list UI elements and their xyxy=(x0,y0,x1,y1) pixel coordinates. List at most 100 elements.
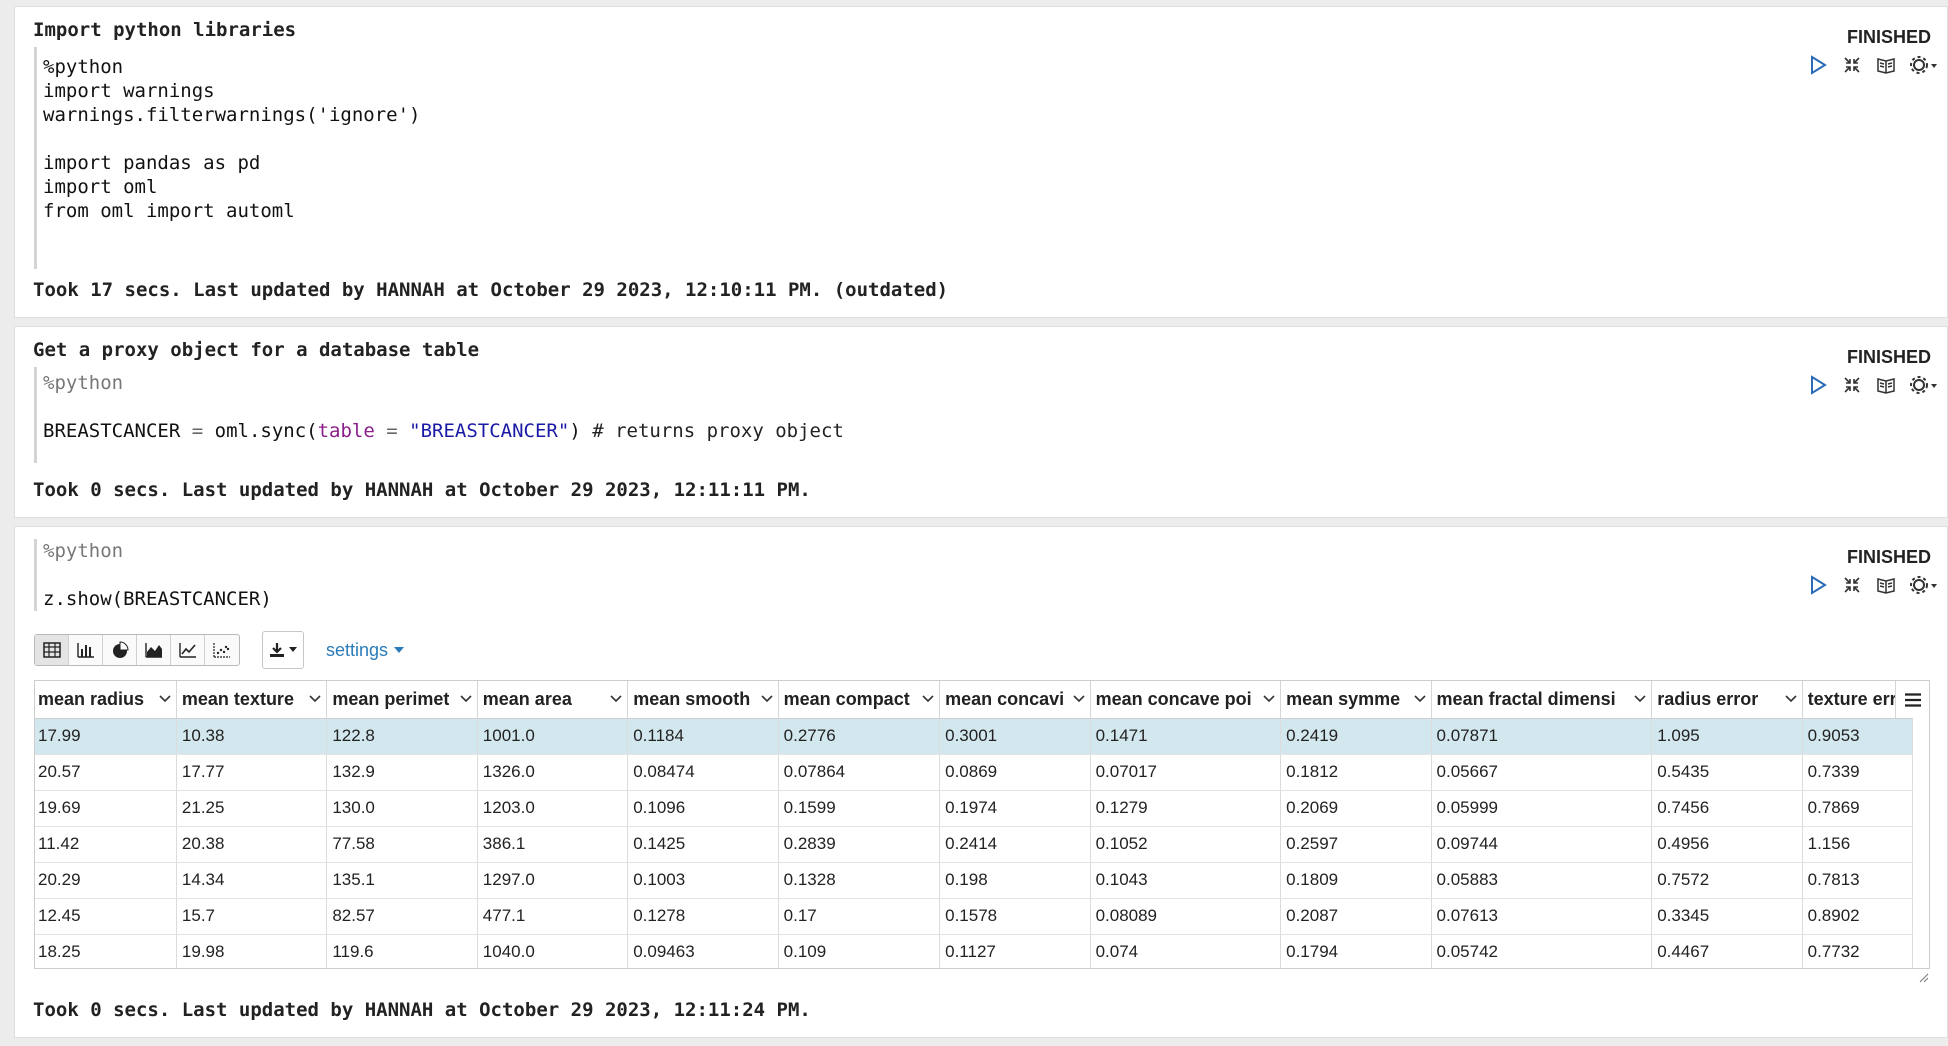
table-cell: 0.09744 xyxy=(1431,826,1653,863)
table-cell: 20.38 xyxy=(176,826,328,863)
book-icon[interactable] xyxy=(1875,574,1897,596)
line-chart-button[interactable] xyxy=(171,635,205,665)
table-row[interactable]: 20.57 17.77 132.9 1326.0 0.08474 0.07864 0.086… xyxy=(35,754,1914,791)
table-cell: 0.4467 xyxy=(1651,934,1803,968)
table-row[interactable]: 20.29 14.34 135.1 1297.0 0.1003 0.1328 0.198 0.… xyxy=(35,862,1914,899)
table-row[interactable]: 18.25 19.98 119.6 1040.0 0.09463 0.109 0.1127 0… xyxy=(35,934,1914,968)
gear-icon[interactable] xyxy=(1909,374,1939,396)
table-cell: 477.1 xyxy=(477,898,629,935)
sort-chevron-icon[interactable] xyxy=(159,695,171,703)
sort-chevron-icon[interactable] xyxy=(309,695,321,703)
column-header-label: radius error xyxy=(1657,688,1759,709)
column-header[interactable]: mean compact xyxy=(778,681,941,719)
gear-icon[interactable] xyxy=(1909,54,1939,76)
table-row[interactable]: 17.99 10.38 122.8 1001.0 0.1184 0.2776 0.3001 0… xyxy=(35,718,1914,755)
table-view-button[interactable] xyxy=(35,635,69,665)
column-header[interactable]: mean smooth xyxy=(627,681,779,719)
code-line: warnings.filterwarnings('ignore') xyxy=(43,104,421,126)
collapse-icon[interactable] xyxy=(1841,574,1863,596)
table-cell: 0.8902 xyxy=(1802,898,1914,935)
grid-menu-button[interactable] xyxy=(1895,681,1929,718)
column-header[interactable]: radius error xyxy=(1651,681,1803,719)
column-header-label: mean concave poi xyxy=(1095,688,1252,709)
column-header[interactable]: mean texture xyxy=(176,681,328,719)
table-cell: 0.1328 xyxy=(778,862,941,899)
paragraph-proxy-object: Get a proxy object for a database table … xyxy=(14,326,1948,518)
bar-chart-button[interactable] xyxy=(69,635,103,665)
table-cell: 0.1043 xyxy=(1090,862,1282,899)
table-cell: 1040.0 xyxy=(477,934,629,968)
status-label: FINISHED xyxy=(1846,547,1931,567)
column-header-label: mean smooth xyxy=(633,688,751,709)
result-table[interactable]: mean radius mean texture mean perimet mean … xyxy=(34,680,1930,969)
table-cell: 0.1425 xyxy=(627,826,779,863)
column-header[interactable]: mean radius xyxy=(35,681,177,719)
sort-chevron-icon[interactable] xyxy=(610,695,622,703)
table-cell: 0.2069 xyxy=(1280,790,1432,827)
table-cell: 0.08089 xyxy=(1090,898,1282,935)
area-chart-button[interactable] xyxy=(137,635,171,665)
sort-chevron-icon[interactable] xyxy=(1634,695,1646,703)
chart-type-group xyxy=(34,634,240,666)
resize-handle-icon[interactable] xyxy=(1919,973,1929,983)
table-row[interactable]: 12.45 15.7 82.57 477.1 0.1278 0.17 0.1578 0.080… xyxy=(35,898,1914,935)
sort-chevron-icon[interactable] xyxy=(460,695,472,703)
column-header[interactable]: mean fractal dimensi xyxy=(1431,681,1653,719)
table-row[interactable]: 11.42 20.38 77.58 386.1 0.1425 0.2839 0.2414 0.… xyxy=(35,826,1914,863)
code-line: import pandas as pd xyxy=(43,152,261,174)
table-cell: 17.99 xyxy=(35,718,177,755)
gear-icon[interactable] xyxy=(1909,574,1939,596)
table-row[interactable]: 19.69 21.25 130.0 1203.0 0.1096 0.1599 0.1974 0… xyxy=(35,790,1914,827)
sort-chevron-icon[interactable] xyxy=(1413,695,1426,703)
table-cell: 0.9053 xyxy=(1802,718,1914,755)
table-cell: 0.07864 xyxy=(778,754,941,791)
sort-chevron-icon[interactable] xyxy=(922,695,934,703)
column-header[interactable]: mean concave poi xyxy=(1090,681,1282,719)
run-icon[interactable] xyxy=(1807,574,1829,596)
table-cell: 0.1279 xyxy=(1090,790,1282,827)
table-icon xyxy=(42,642,61,658)
table-cell: 0.074 xyxy=(1090,934,1282,968)
column-header[interactable]: mean area xyxy=(477,681,629,719)
hamburger-menu-icon xyxy=(1904,692,1921,707)
collapse-icon[interactable] xyxy=(1841,54,1863,76)
run-icon[interactable] xyxy=(1807,374,1829,396)
scatter-chart-button[interactable] xyxy=(205,635,239,665)
sort-chevron-icon[interactable] xyxy=(1072,695,1085,703)
table-cell: 0.2839 xyxy=(778,826,941,863)
sort-chevron-icon[interactable] xyxy=(761,695,773,703)
code-editor[interactable]: %python BREASTCANCER = oml.sync(table = … xyxy=(34,367,844,463)
book-icon[interactable] xyxy=(1875,54,1897,76)
book-icon[interactable] xyxy=(1875,374,1897,396)
code-editor[interactable]: %python z.show(BREASTCANCER) xyxy=(34,539,272,611)
paragraph-controls xyxy=(1807,53,1939,77)
table-cell: 0.1003 xyxy=(627,862,779,899)
column-header[interactable]: mean symme xyxy=(1280,681,1432,719)
sort-chevron-icon[interactable] xyxy=(1263,695,1275,703)
pie-chart-button[interactable] xyxy=(103,635,137,665)
column-header[interactable]: mean perimet xyxy=(326,681,478,719)
bar-chart-icon xyxy=(76,643,94,658)
settings-dropdown[interactable]: settings xyxy=(326,640,405,661)
column-header-label: texture err xyxy=(1807,688,1897,709)
table-cell: 0.05883 xyxy=(1431,862,1653,899)
table-cell: 0.1278 xyxy=(627,898,779,935)
sort-chevron-icon[interactable] xyxy=(1785,695,1797,703)
column-header[interactable]: mean concavi xyxy=(939,681,1091,719)
table-cell: 0.0869 xyxy=(939,754,1091,791)
execution-info: Took 0 secs. Last updated by HANNAH at O… xyxy=(33,479,811,501)
code-editor[interactable]: %python import warnings warnings.filterw… xyxy=(34,47,421,269)
run-icon[interactable] xyxy=(1807,54,1829,76)
table-cell: 19.98 xyxy=(176,934,328,968)
code-line: import oml xyxy=(43,176,158,198)
table-cell: 0.17 xyxy=(778,898,941,935)
table-cell: 0.198 xyxy=(939,862,1091,899)
table-cell: 0.109 xyxy=(778,934,941,968)
column-header-label: mean texture xyxy=(181,688,294,709)
collapse-icon[interactable] xyxy=(1841,374,1863,396)
column-header-label: mean symme xyxy=(1286,688,1401,709)
column-header-label: mean compact xyxy=(783,688,910,709)
execution-info: Took 17 secs. Last updated by HANNAH at … xyxy=(33,279,949,301)
table-cell: 0.1812 xyxy=(1280,754,1432,791)
download-button[interactable] xyxy=(262,631,304,669)
